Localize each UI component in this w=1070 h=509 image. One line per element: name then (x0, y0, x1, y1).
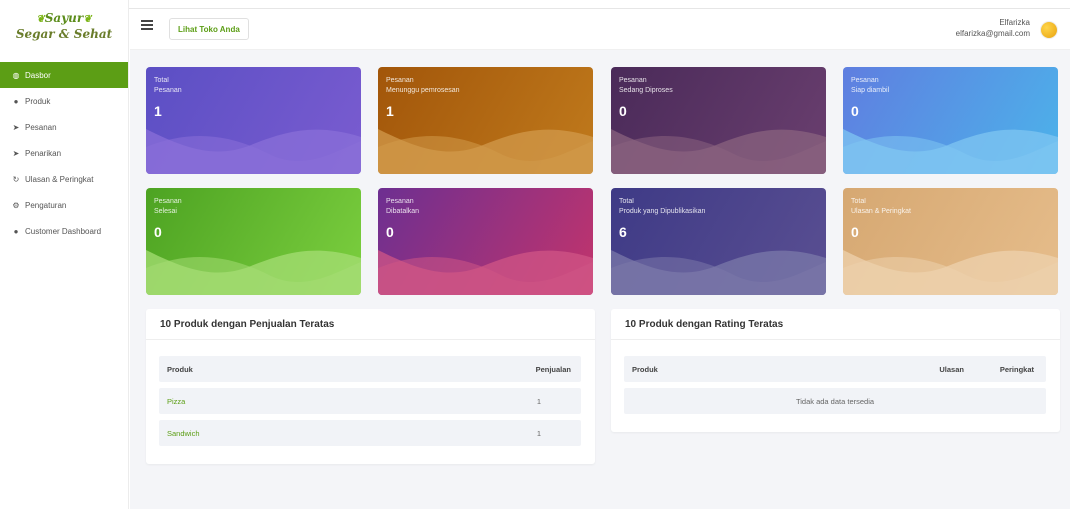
table-row: Pizza 1 (159, 388, 581, 414)
user-info[interactable]: Elfarizka elfarizka@gmail.com (956, 17, 1030, 39)
product-link[interactable]: Sandwich (167, 429, 200, 438)
top-rating-header: Produk Ulasan Peringkat (624, 356, 1046, 382)
stat-card-pending-orders[interactable]: Pesanan Menunggu pemrosesan 1 (378, 67, 593, 174)
stat-card-label: Total Ulasan & Peringkat (851, 198, 911, 215)
stat-card-label: Total Pesanan (154, 77, 182, 94)
gears-icon: ⚙ (12, 200, 20, 210)
stat-card-value: 0 (154, 224, 162, 240)
top-bar: Lihat Toko Anda Elfarizka elfarizka@gmai… (130, 9, 1070, 50)
stat-card-label: Pesanan Selesai (154, 198, 182, 215)
top-rating-panel: 10 Produk dengan Rating Teratas Produk U… (611, 309, 1060, 432)
circle-icon: ● (13, 226, 19, 236)
stat-card-processing-orders[interactable]: Pesanan Sedang Diproses 0 (611, 67, 826, 174)
column-header-product: Produk (632, 364, 658, 374)
stat-card-value: 1 (154, 103, 162, 119)
stat-card-completed-orders[interactable]: Pesanan Selesai 0 (146, 188, 361, 295)
stat-card-value: 0 (619, 103, 627, 119)
user-email: elfarizka@gmail.com (955, 29, 1030, 38)
stat-card-published-products[interactable]: Total Produk yang Dipublikasikan 6 (611, 188, 826, 295)
visit-store-button[interactable]: Lihat Toko Anda (169, 18, 249, 40)
sidebar: ❦Sayur❦ Segar & Sehat ◍ Dasbor ● Produk ➤ P… (0, 0, 129, 509)
column-header-rating: Peringkat (999, 364, 1034, 374)
empty-message: Tidak ada data tersedia (795, 396, 875, 406)
stat-card-value: 1 (386, 103, 394, 119)
stat-card-label: Total Produk yang Dipublikasikan (619, 198, 706, 215)
column-header-reviews: Ulasan (939, 364, 964, 374)
top-sales-title: 10 Produk dengan Penjualan Teratas (160, 319, 335, 330)
stat-card-cancelled-orders[interactable]: Pesanan Dibatalkan 0 (378, 188, 593, 295)
hamburger-menu-icon[interactable] (141, 20, 153, 32)
sidebar-item-produk[interactable]: ● Produk (0, 88, 128, 114)
stat-card-ready-orders[interactable]: Pesanan Siap diambil 0 (843, 67, 1058, 174)
stat-card-value: 0 (851, 103, 859, 119)
sidebar-item-dasbor[interactable]: ◍ Dasbor (0, 62, 128, 88)
stat-card-label: Pesanan Sedang Diproses (619, 77, 673, 94)
user-name: Elfarizka (999, 18, 1030, 27)
leaf-icon: ❦ (36, 14, 45, 25)
stat-card-value: 6 (619, 224, 627, 240)
column-header-product: Produk (167, 364, 193, 374)
send-icon: ➤ (12, 122, 20, 132)
stat-card-label: Pesanan Menunggu pemrosesan (386, 77, 460, 94)
sidebar-item-pesanan[interactable]: ➤ Pesanan (0, 114, 128, 140)
sidebar-item-pengaturan[interactable]: ⚙ Pengaturan (0, 192, 128, 218)
product-icon: ● (13, 96, 19, 106)
stat-card-value: 0 (386, 224, 394, 240)
sidebar-item-penarikan[interactable]: ➤ Penarikan (0, 140, 128, 166)
stat-card-total-reviews[interactable]: Total Ulasan & Peringkat 0 (843, 188, 1058, 295)
main-content: Total Pesanan 1 Pesanan Menunggu pemrosesan 1… (130, 50, 1070, 509)
stat-card-value: 0 (851, 224, 859, 240)
dashboard-icon: ◍ (12, 70, 20, 80)
table-row: Sandwich 1 (159, 420, 581, 446)
sidebar-item-ulasan[interactable]: ↻ Ulasan & Peringkat (0, 166, 128, 192)
top-rating-title: 10 Produk dengan Rating Teratas (625, 319, 784, 330)
empty-row: Tidak ada data tersedia (624, 388, 1046, 414)
sales-value: 1 (536, 428, 541, 438)
stat-card-label: Pesanan Dibatalkan (386, 198, 420, 215)
top-sales-panel: 10 Produk dengan Penjualan Teratas Produ… (146, 309, 595, 464)
brand-logo[interactable]: ❦Sayur❦ Segar & Sehat (0, 0, 128, 52)
send-icon: ➤ (12, 148, 20, 158)
column-header-sales: Penjualan (535, 364, 571, 374)
sidebar-item-customer-dashboard[interactable]: ● Customer Dashboard (0, 218, 128, 244)
sidebar-nav: ◍ Dasbor ● Produk ➤ Pesanan ➤ Penarikan ↻ Ula… (0, 62, 128, 244)
sales-value: 1 (536, 396, 541, 406)
refresh-icon: ↻ (12, 174, 20, 184)
stat-card-total-orders[interactable]: Total Pesanan 1 (146, 67, 361, 174)
product-link[interactable]: Pizza (167, 397, 185, 406)
stat-card-label: Pesanan Siap diambil (851, 77, 890, 94)
top-sales-header: Produk Penjualan (159, 356, 581, 382)
leaf-icon: ❦ (83, 14, 92, 25)
avatar[interactable] (1040, 21, 1058, 39)
